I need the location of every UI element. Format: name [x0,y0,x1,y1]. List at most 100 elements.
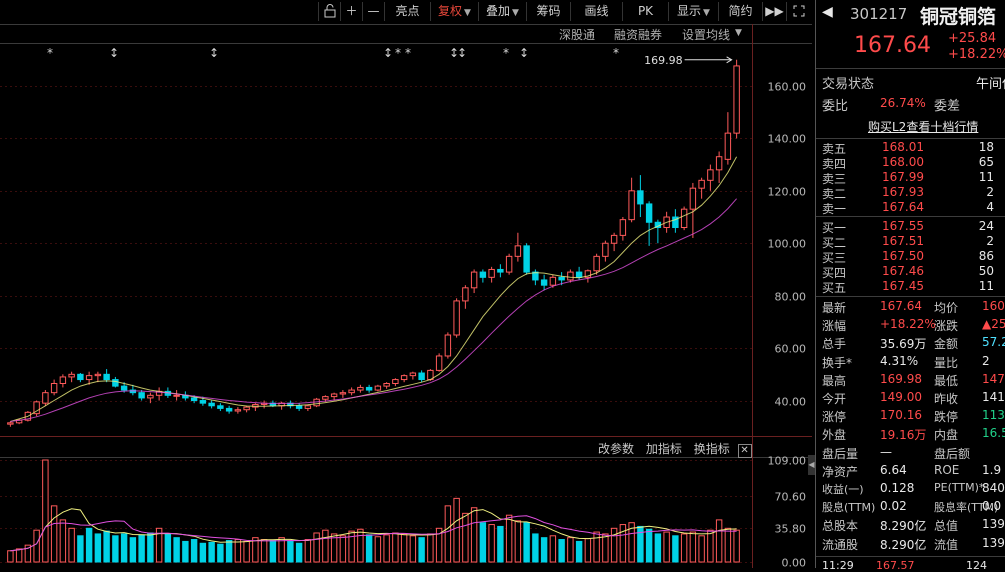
order-book-row[interactable]: 卖三 167.99 11 [822,170,1005,186]
order-price: 167.45 [882,279,924,293]
candle [112,379,119,387]
stats-row: 盘后量 — 盘后额 [822,445,1005,461]
order-book-row[interactable]: 卖一 167.64 4 [822,200,1005,216]
candle [208,402,215,407]
price-tick-label: 140.00 [768,133,807,146]
order-book-row[interactable]: 买五 167.45 11 [822,279,1005,295]
stat-value: 4.31% [880,353,919,368]
volume-bar [549,535,557,563]
order-price: 167.51 [882,234,924,248]
candle [610,234,618,244]
divider [816,138,1005,139]
order-book-row[interactable]: 卖二 167.93 2 [822,185,1005,201]
candle [707,169,714,181]
stat-label: 总值 [934,519,959,534]
collapse-handle[interactable]: ◀ [808,455,815,475]
order-volume: 2 [986,234,994,248]
order-price: 167.93 [882,185,924,199]
close-icon[interactable]: ✕ [737,444,752,458]
volume-tick-label: 0.00 [782,557,807,569]
volume-bar [147,532,154,563]
link-add-indicator[interactable]: 加指标 [646,442,682,456]
link-change-params[interactable]: 改参数 [598,442,634,456]
stat-value: 19.16万 [880,428,927,443]
order-volume: 11 [978,279,994,293]
volume-bar [348,530,355,563]
stat-label: 涨跌 [934,319,959,334]
candle [733,65,740,134]
volume-bar [715,519,723,563]
volume-bar [383,534,390,563]
order-book-row[interactable]: 买二 167.51 2 [822,234,1005,250]
link-switch-indicator[interactable]: 换指标 [694,442,730,456]
candle [392,379,399,384]
stat-value: ▲25 [982,317,1005,332]
candle [217,405,224,409]
order-book-row[interactable]: 卖五 168.01 18 [822,140,1005,156]
volume-bar [558,539,565,563]
volume-bar [295,542,303,563]
moving-average-line [10,198,737,422]
volume-bar [182,540,189,563]
stats-row: 涨停 170.16 跌停 113 [822,408,1005,424]
candle [304,405,312,409]
volume-bar [278,537,285,563]
order-book-row[interactable]: 卖四 168.00 65 [822,155,1005,171]
candle [339,392,347,395]
stat-value: 170.16 [880,408,922,423]
event-marker-icon: * [405,46,411,60]
volume-tick-label: 109.00 [768,455,807,468]
last-trade-price: 167.57 [876,559,915,572]
order-book-row[interactable]: 买三 167.50 86 [822,249,1005,265]
volume-bar [689,531,697,563]
candle [444,334,452,357]
volume-bar [610,527,618,563]
volume-bar [313,532,320,563]
volume-bar [462,512,469,563]
stats-row: 净资产 6.64 ROE 1.9 [822,462,1005,479]
stat-label: ROE [934,462,960,477]
candle [85,375,93,381]
volume-bar [59,519,67,563]
last-trade-volume: 124 [966,559,987,572]
volume-bar [85,527,93,563]
order-volume: 65 [978,155,994,169]
order-price: 167.50 [882,249,924,263]
back-arrow-icon[interactable]: ◀ [822,4,833,20]
volume-bar [663,531,670,563]
volume-bar [418,537,425,563]
volume-bar [260,539,268,563]
candle [357,386,364,391]
stat-value: 6.64 [880,462,907,477]
volume-bar [33,529,40,563]
order-book-row[interactable]: 买四 167.46 50 [822,264,1005,280]
order-volume: 18 [978,140,994,154]
volume-header-links: 改参数 加指标 换指标 ✕ [598,440,752,458]
candle [400,375,408,381]
volume-bar [225,539,233,563]
volume-bar [584,538,592,563]
volume-bar [593,531,600,563]
stats-row: 流通股 8.290亿 流值 139 [822,536,1005,552]
volume-bar [654,533,662,563]
stat-value: 8.290亿 [880,537,927,552]
candlestick-chart[interactable]: 160.00 140.00 120.00 100.00 80.00 60.00 40.00 1… [0,0,812,568]
candle [488,268,495,278]
volume-bar [103,530,110,563]
volume-bar [77,535,84,563]
candle [120,385,128,391]
l2-purchase-link[interactable]: 购买L2查看十档行情 [868,118,978,135]
volume-bar [602,533,609,563]
candle [505,255,513,273]
stat-label: 总手 [822,337,847,352]
stat-label: 流值 [934,537,959,552]
volume-bar [138,534,145,563]
price-tick-label: 40.00 [775,396,807,409]
order-level-label: 买五 [822,281,847,295]
volume-bar [42,459,49,563]
candle [59,376,67,385]
order-book-row[interactable]: 买一 167.55 24 [822,219,1005,235]
volume-bar [488,524,495,563]
volume-bar [680,533,688,563]
candle [295,405,303,409]
